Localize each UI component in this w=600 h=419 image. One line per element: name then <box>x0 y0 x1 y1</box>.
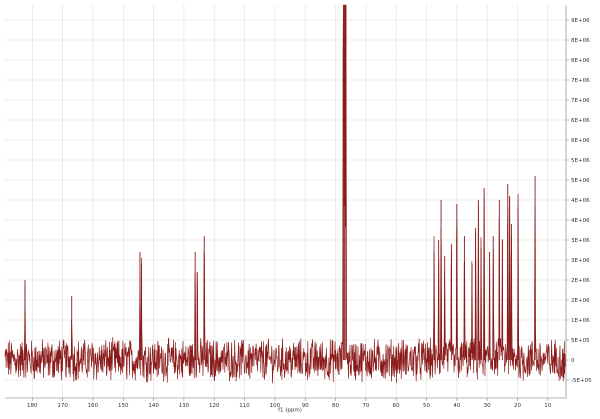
x-tick-label: 120 <box>209 403 220 409</box>
x-tick-label: 160 <box>88 403 99 409</box>
y-tick-label: 2E+06 <box>571 298 590 304</box>
y-tick-label: 8E+06 <box>571 58 590 64</box>
x-tick-label: 50 <box>423 403 430 409</box>
x-tick-label: 150 <box>118 403 129 409</box>
x-tick-label: 10 <box>544 403 551 409</box>
x-tick-label: 60 <box>393 403 400 409</box>
y-tick-label: 9E+06 <box>571 18 590 24</box>
x-tick-label: 90 <box>302 403 309 409</box>
y-tick-label: 8E+06 <box>571 38 590 44</box>
x-tick-label: 170 <box>57 403 68 409</box>
y-tick-label: 3E+06 <box>571 258 590 264</box>
y-tick-label: 5E+06 <box>571 158 590 164</box>
x-axis-title: f1 (ppm) <box>278 408 302 414</box>
y-tick-label: 2E+06 <box>571 278 590 284</box>
y-tick-label: 3E+06 <box>571 238 590 244</box>
y-tick-label: 4E+06 <box>571 198 590 204</box>
y-tick-label: 6E+06 <box>571 118 590 124</box>
y-tick-label: 7E+06 <box>571 98 590 104</box>
x-tick-label: 70 <box>362 403 369 409</box>
y-tick-label: 6E+06 <box>571 138 590 144</box>
nmr-spectrum-chart: 180 170 160 150 140 130 120 110 100 90 80 70 60 50 40 3… <box>0 0 600 419</box>
x-tick-label: 130 <box>179 403 190 409</box>
y-tick-label: 5E+06 <box>571 178 590 184</box>
x-tick-label: 110 <box>239 403 250 409</box>
x-tick-label: 80 <box>332 403 339 409</box>
y-tick-label: 4E+06 <box>571 218 590 224</box>
y-tick-label: 1E+06 <box>571 318 590 324</box>
x-tick-label: 180 <box>27 403 38 409</box>
x-tick-label: 20 <box>514 403 521 409</box>
x-tick-label: 30 <box>484 403 491 409</box>
y-tick-label: 5E+05 <box>571 338 590 344</box>
y-tick-label: 0 <box>571 358 575 364</box>
y-tick-label: -5E+05 <box>571 378 592 384</box>
x-tick-label: 140 <box>148 403 159 409</box>
y-tick-label: 7E+06 <box>571 78 590 84</box>
x-tick-label: 40 <box>453 403 460 409</box>
